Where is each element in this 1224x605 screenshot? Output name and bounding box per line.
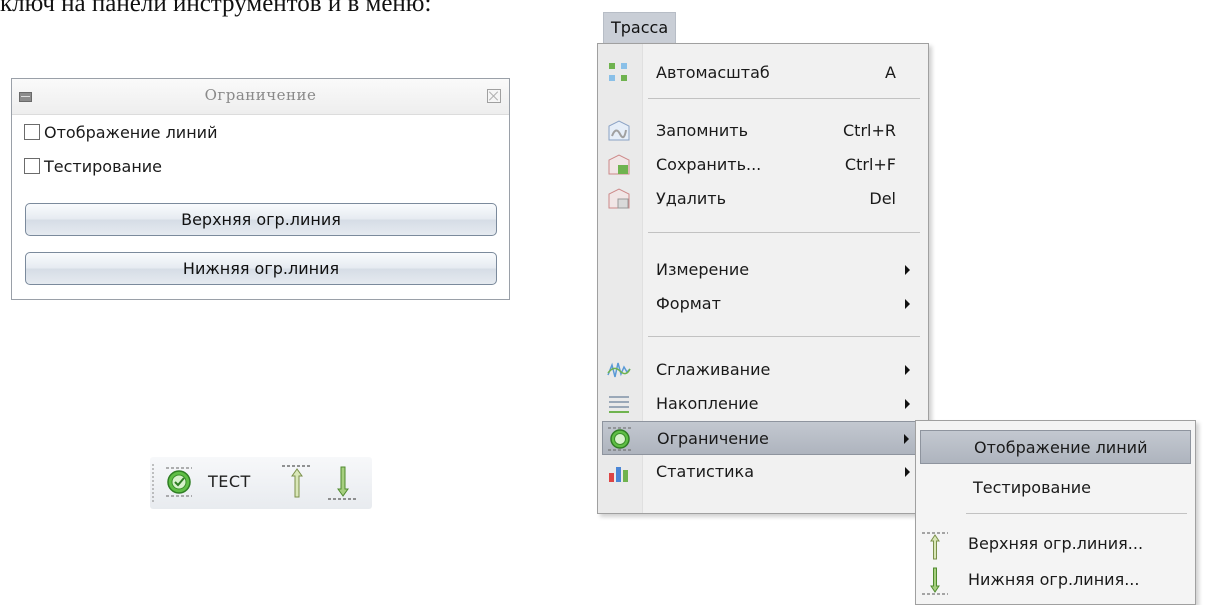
statistics-icon xyxy=(609,467,628,482)
accumulation-icon xyxy=(609,396,629,413)
autoscale-icon xyxy=(609,63,627,81)
menu-item-shortcut: A xyxy=(885,63,896,82)
menu-separator xyxy=(648,232,920,233)
menu-item-label: Сохранить... xyxy=(656,155,762,174)
upper-limit-button[interactable]: Верхняя огр.линия xyxy=(25,203,497,236)
menu-separator xyxy=(648,98,920,99)
menu-separator xyxy=(648,336,920,337)
test-label[interactable]: ТЕСТ xyxy=(208,472,251,491)
testing-checkbox-row[interactable]: Тестирование xyxy=(24,155,162,177)
submenu-item-label: Отображение линий xyxy=(974,438,1148,457)
limit-submenu: Отображение линий Тестирование Верхняя о… xyxy=(915,420,1196,605)
submenu-arrow-icon xyxy=(905,365,910,375)
menu-item-smoothing[interactable]: Сглаживание xyxy=(602,353,924,387)
save-trace-icon xyxy=(608,154,630,175)
limit-test-icon[interactable] xyxy=(164,465,194,499)
menu-item-label: Сглаживание xyxy=(656,360,771,379)
menu-item-label: Ограничение xyxy=(657,429,769,448)
toolbar-grip[interactable] xyxy=(152,463,154,503)
panel-title: Ограничение xyxy=(204,86,317,104)
lower-limit-button[interactable]: Нижняя огр.линия xyxy=(25,252,497,285)
menu-item-measurement[interactable]: Измерение xyxy=(602,253,924,287)
menu-item-statistics[interactable]: Статистика xyxy=(602,455,924,489)
upper-limit-icon xyxy=(922,532,948,560)
submenu-item-lower-limit[interactable]: Нижняя огр.линия... xyxy=(920,563,1191,597)
delete-trace-icon xyxy=(608,188,630,209)
menu-item-label: Формат xyxy=(656,294,721,313)
submenu-arrow-icon xyxy=(905,299,910,309)
document-text: ключ на панели инструментов и в меню: xyxy=(0,0,432,17)
submenu-item-show-lines[interactable]: Отображение линий xyxy=(920,430,1191,464)
lower-limit-icon xyxy=(922,567,948,595)
submenu-arrow-icon xyxy=(905,467,910,477)
submenu-item-label: Нижняя огр.линия... xyxy=(968,570,1140,589)
show-lines-label: Отображение линий xyxy=(44,122,218,142)
menu-item-autoscale[interactable]: Автомасштаб A xyxy=(602,56,924,90)
menu-item-label: Накопление xyxy=(656,394,759,413)
panel-title-bar: Ограничение xyxy=(12,79,509,115)
limit-icon xyxy=(608,427,632,451)
upper-limit-icon[interactable] xyxy=(280,461,314,501)
limit-toolbar: ТЕСТ xyxy=(150,457,372,509)
testing-label: Тестирование xyxy=(44,156,163,176)
menu-item-save[interactable]: Сохранить... Ctrl+F xyxy=(602,148,924,182)
submenu-arrow-icon xyxy=(905,399,910,409)
menu-item-remember[interactable]: Запомнить Ctrl+R xyxy=(602,114,924,148)
limit-panel: Ограничение Отображение линий Тестирован… xyxy=(11,78,510,300)
menu-item-label: Измерение xyxy=(656,260,750,279)
smoothing-icon xyxy=(607,362,631,378)
menu-item-shortcut: Ctrl+F xyxy=(844,155,896,174)
show-lines-checkbox[interactable] xyxy=(24,124,40,140)
menu-item-accumulation[interactable]: Накопление xyxy=(602,387,924,421)
menu-separator xyxy=(966,513,1187,514)
menu-item-format[interactable]: Формат xyxy=(602,287,924,321)
show-lines-checkbox-row[interactable]: Отображение линий xyxy=(24,121,217,143)
submenu-arrow-icon xyxy=(905,265,910,275)
menu-item-shortcut: Del xyxy=(869,189,896,208)
submenu-item-label: Тестирование xyxy=(973,478,1092,497)
menubar-trace[interactable]: Трасса xyxy=(603,12,677,43)
menu-item-shortcut: Ctrl+R xyxy=(843,121,896,140)
menu-item-limit[interactable]: Ограничение xyxy=(602,421,924,455)
menu-item-label: Автомасштаб xyxy=(656,63,770,82)
submenu-item-label: Верхняя огр.линия... xyxy=(968,534,1144,553)
menu-item-delete[interactable]: Удалить Del xyxy=(602,182,924,216)
close-icon[interactable] xyxy=(487,89,501,103)
lower-limit-icon[interactable] xyxy=(326,463,360,503)
trace-menu: Автомасштаб A Запомнить Ctrl+R Сохранить… xyxy=(597,43,929,514)
menu-item-label: Статистика xyxy=(656,462,754,481)
testing-checkbox[interactable] xyxy=(24,158,40,174)
submenu-arrow-icon xyxy=(904,434,909,444)
remember-trace-icon xyxy=(608,120,630,141)
submenu-item-upper-limit[interactable]: Верхняя огр.линия... xyxy=(920,527,1191,561)
menu-item-label: Запомнить xyxy=(656,121,748,140)
submenu-item-testing[interactable]: Тестирование xyxy=(920,471,1191,505)
menu-item-label: Удалить xyxy=(656,189,726,208)
